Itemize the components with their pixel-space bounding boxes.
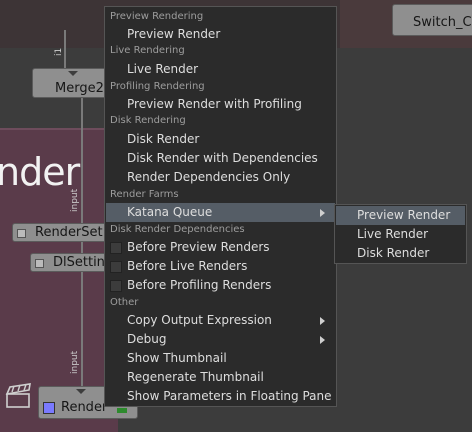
section-render-farms: Render Farms	[110, 189, 179, 200]
context-menu: Preview Rendering Preview Render Live Re…	[104, 6, 337, 407]
wire-settings-out	[81, 242, 83, 253]
render-node-color-chip	[43, 402, 55, 414]
section-live-rendering: Live Rendering	[110, 45, 185, 56]
wire-dl-out	[81, 272, 83, 386]
node-flag-icon	[35, 259, 44, 268]
menu-item-label: Debug	[127, 332, 167, 346]
menu-item-preview-render-with-profiling[interactable]: Preview Render with Profiling	[106, 95, 335, 114]
menu-item-disk-render[interactable]: Disk Render	[106, 130, 335, 149]
menu-item-preview-render[interactable]: Preview Render	[106, 25, 335, 44]
katana-queue-submenu: Preview Render Live Render Disk Render	[334, 204, 467, 264]
menu-item-label: Preview Render	[127, 27, 221, 41]
input-port[interactable]	[76, 389, 86, 394]
input-port[interactable]	[68, 71, 78, 76]
menu-item-before-profiling-renders[interactable]: Before Profiling Renders	[106, 276, 335, 295]
menu-item-label: Katana Queue	[127, 205, 213, 219]
clapperboard-icon	[5, 383, 31, 408]
section-disk-render-dependencies: Disk Render Dependencies	[110, 224, 245, 235]
wire-top	[64, 30, 66, 68]
wire-label-top: i1	[54, 47, 64, 56]
backdrop-title: nder	[0, 150, 80, 194]
switch-node-title: Switch_C	[413, 15, 472, 30]
section-other: Other	[110, 297, 139, 308]
checkbox-before-profiling-renders[interactable]	[110, 280, 122, 292]
menu-item-label: Disk Render	[357, 246, 430, 260]
menu-item-label: Before Profiling Renders	[127, 278, 272, 292]
menu-item-label: Preview Render	[357, 208, 451, 222]
switch-node[interactable]: Switch_C	[392, 4, 472, 36]
menu-item-before-live-renders[interactable]: Before Live Renders	[106, 257, 335, 276]
menu-item-regenerate-thumbnail[interactable]: Regenerate Thumbnail	[106, 368, 335, 387]
menu-item-render-dependencies-only[interactable]: Render Dependencies Only	[106, 168, 335, 187]
menu-item-label: Live Render	[357, 227, 429, 241]
node-flag-icon	[17, 229, 26, 238]
menu-item-label: Before Live Renders	[127, 259, 248, 273]
menu-item-debug[interactable]: Debug	[106, 330, 335, 349]
section-disk-rendering: Disk Rendering	[110, 115, 186, 126]
menu-item-label: Disk Render	[127, 132, 200, 146]
submenu-item-live-render[interactable]: Live Render	[336, 225, 465, 244]
menu-item-disk-render-with-dependencies[interactable]: Disk Render with Dependencies	[106, 149, 335, 168]
submenu-arrow-icon	[320, 317, 325, 325]
submenu-item-disk-render[interactable]: Disk Render	[336, 244, 465, 263]
render-node-title: Render	[61, 400, 108, 415]
menu-item-label: Before Preview Renders	[127, 240, 270, 254]
menu-item-label: Live Render	[127, 62, 199, 76]
menu-item-label: Show Thumbnail	[127, 351, 227, 365]
menu-item-label: Copy Output Expression	[127, 313, 272, 327]
submenu-arrow-icon	[320, 209, 325, 217]
section-preview-rendering: Preview Rendering	[110, 11, 204, 22]
checkbox-before-preview-renders[interactable]	[110, 242, 122, 254]
menu-item-label: Disk Render with Dependencies	[127, 151, 318, 165]
wire-label-bottom: input	[70, 350, 80, 374]
wire-merge-out	[81, 98, 83, 223]
submenu-item-preview-render[interactable]: Preview Render	[336, 206, 465, 225]
menu-item-label: Show Parameters in Floating Pane	[127, 389, 332, 403]
render-status-indicator	[117, 408, 127, 413]
menu-item-show-parameters-in-floating-pane[interactable]: Show Parameters in Floating Pane	[106, 387, 335, 406]
section-profiling-rendering: Profiling Rendering	[110, 81, 205, 92]
menu-item-live-render[interactable]: Live Render	[106, 60, 335, 79]
menu-item-label: Preview Render with Profiling	[127, 97, 302, 111]
checkbox-before-live-renders[interactable]	[110, 261, 122, 273]
menu-item-katana-queue[interactable]: Katana Queue	[106, 203, 335, 222]
menu-item-before-preview-renders[interactable]: Before Preview Renders	[106, 238, 335, 257]
menu-item-label: Render Dependencies Only	[127, 170, 291, 184]
render-settings-node[interactable]: RenderSet	[12, 223, 118, 242]
submenu-arrow-icon	[320, 336, 325, 344]
menu-item-copy-output-expression[interactable]: Copy Output Expression	[106, 311, 335, 330]
menu-item-show-thumbnail[interactable]: Show Thumbnail	[106, 349, 335, 368]
menu-item-label: Regenerate Thumbnail	[127, 370, 264, 384]
merge-node-title: Merge2	[55, 81, 104, 96]
wire-label-middle: input	[70, 188, 80, 212]
render-settings-node-title: RenderSet	[35, 225, 103, 240]
